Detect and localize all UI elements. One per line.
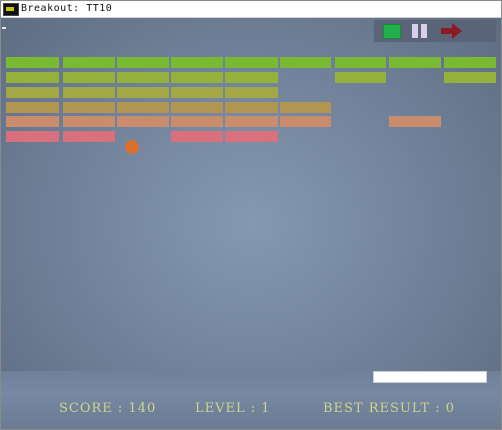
- brick: [389, 57, 441, 68]
- brick: [117, 72, 169, 83]
- game-toolbar: [374, 20, 496, 42]
- brick: [6, 131, 59, 142]
- paddle[interactable]: [373, 371, 487, 383]
- brick: [6, 57, 59, 68]
- brick: [63, 72, 115, 83]
- brick: [63, 87, 115, 98]
- brick: [225, 131, 278, 142]
- playfield[interactable]: SCORE : 140 LEVEL : 1 BEST RESULT : 0: [1, 18, 501, 429]
- play-button[interactable]: [383, 24, 401, 39]
- brick: [389, 116, 441, 127]
- title-bar: Breakout: TT10: [1, 1, 501, 18]
- brick: [280, 116, 331, 127]
- brick: [280, 102, 331, 113]
- brick: [171, 57, 223, 68]
- brick: [6, 87, 59, 98]
- brick: [225, 102, 278, 113]
- brick: [117, 57, 169, 68]
- brick: [444, 72, 496, 83]
- brick: [117, 116, 169, 127]
- exit-arrow-icon: [441, 23, 462, 39]
- ball: [125, 140, 139, 154]
- brick: [335, 72, 386, 83]
- brick: [171, 102, 223, 113]
- brick: [6, 72, 59, 83]
- brick: [280, 57, 331, 68]
- brick: [171, 116, 223, 127]
- brick: [171, 131, 223, 142]
- brick: [6, 102, 59, 113]
- best-result-display: BEST RESULT : 0: [323, 401, 456, 416]
- brick: [225, 87, 278, 98]
- brick: [117, 87, 169, 98]
- level-display: LEVEL : 1: [195, 401, 271, 416]
- game-window: Breakout: TT10 SCORE : 140 LEVEL : 1 BES…: [0, 0, 502, 430]
- exit-button[interactable]: [441, 23, 463, 39]
- brick: [63, 57, 115, 68]
- score-display: SCORE : 140: [59, 401, 157, 416]
- brick: [171, 87, 223, 98]
- brick: [225, 116, 278, 127]
- brick: [63, 131, 115, 142]
- brick: [444, 57, 496, 68]
- brick: [117, 102, 169, 113]
- brick: [225, 72, 278, 83]
- brick: [171, 72, 223, 83]
- brick: [63, 102, 115, 113]
- brick: [225, 57, 278, 68]
- window-title: Breakout: TT10: [21, 3, 113, 14]
- brick: [335, 57, 386, 68]
- app-icon: [3, 3, 19, 16]
- brick: [6, 116, 59, 127]
- brick: [63, 116, 115, 127]
- pause-button[interactable]: [412, 24, 428, 38]
- edge-marker: [2, 27, 6, 29]
